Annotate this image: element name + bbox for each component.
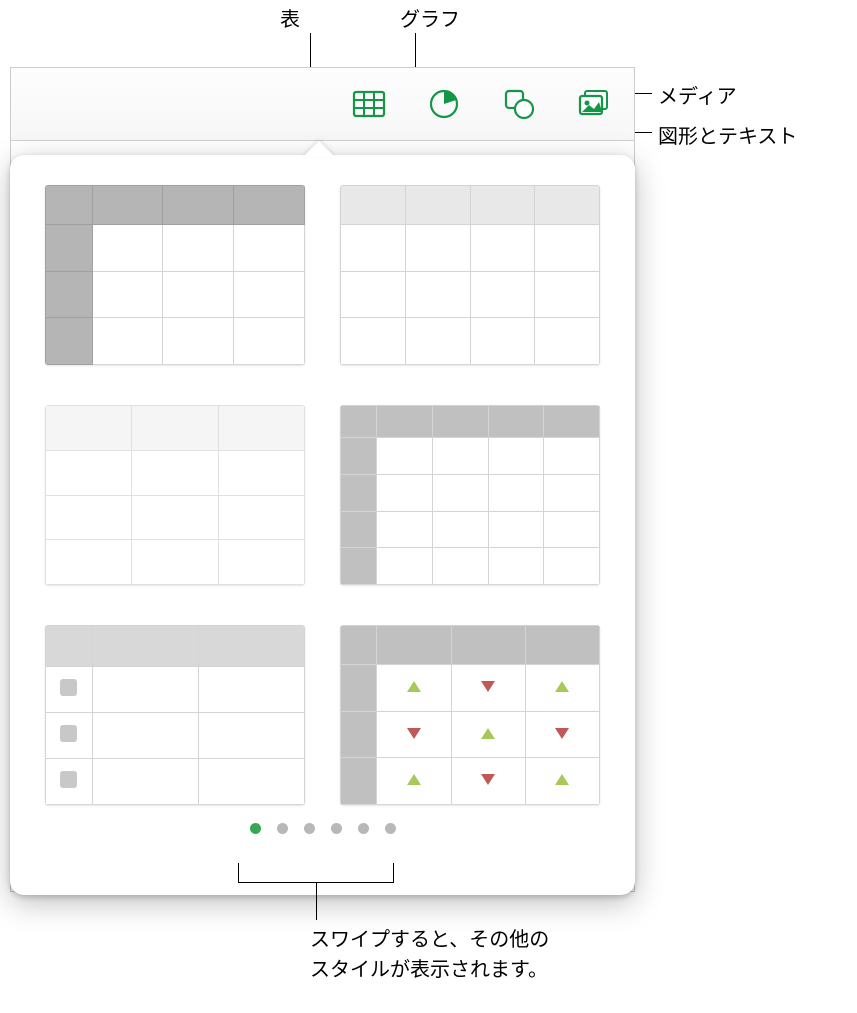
table-style-5[interactable] <box>45 625 305 805</box>
checkbox-icon <box>60 771 77 788</box>
table-style-popover <box>10 155 635 895</box>
chart-button[interactable] <box>414 84 474 124</box>
table-style-4[interactable] <box>340 405 600 585</box>
table-style-3[interactable] <box>45 405 305 585</box>
checkbox-icon <box>60 725 77 742</box>
media-icon <box>577 87 611 121</box>
swipe-caption-line2: スタイルが表示されます。 <box>310 955 549 985</box>
table-icon <box>352 87 386 121</box>
toolbar <box>11 68 634 141</box>
down-arrow-icon <box>407 728 421 739</box>
label-shape-text: 図形とテキスト <box>658 120 797 149</box>
down-arrow-icon <box>555 728 569 739</box>
down-arrow-icon <box>481 681 495 692</box>
swipe-caption-line1: スワイプすると、その他の <box>310 925 549 955</box>
page-dot-3[interactable] <box>304 823 315 834</box>
up-arrow-icon <box>407 774 421 785</box>
table-style-1[interactable] <box>45 185 305 365</box>
table-style-grid <box>10 155 635 815</box>
page-dot-4[interactable] <box>331 823 342 834</box>
label-swipe-caption: スワイプすると、その他の スタイルが表示されます。 <box>310 925 549 985</box>
shape-button[interactable] <box>489 84 549 124</box>
media-button[interactable] <box>564 84 624 124</box>
callout-line-chart <box>415 33 416 71</box>
page-dots[interactable] <box>10 815 635 834</box>
label-chart: グラフ <box>400 3 460 32</box>
checkbox-icon <box>60 679 77 696</box>
page-dot-6[interactable] <box>385 823 396 834</box>
shape-icon <box>502 87 536 121</box>
chart-icon <box>427 87 461 121</box>
label-table: 表 <box>280 3 300 32</box>
table-button[interactable] <box>339 84 399 124</box>
callout-line-table <box>310 33 311 71</box>
down-arrow-icon <box>481 774 495 785</box>
page-dot-5[interactable] <box>358 823 369 834</box>
callout-bracket-dots <box>238 863 394 883</box>
label-media: メディア <box>658 80 737 109</box>
up-arrow-icon <box>407 681 421 692</box>
up-arrow-icon <box>555 774 569 785</box>
page-dot-2[interactable] <box>277 823 288 834</box>
page-dot-1[interactable] <box>250 823 261 834</box>
up-arrow-icon <box>481 728 495 739</box>
table-style-6[interactable] <box>340 625 600 805</box>
up-arrow-icon <box>555 681 569 692</box>
table-style-2[interactable] <box>340 185 600 365</box>
